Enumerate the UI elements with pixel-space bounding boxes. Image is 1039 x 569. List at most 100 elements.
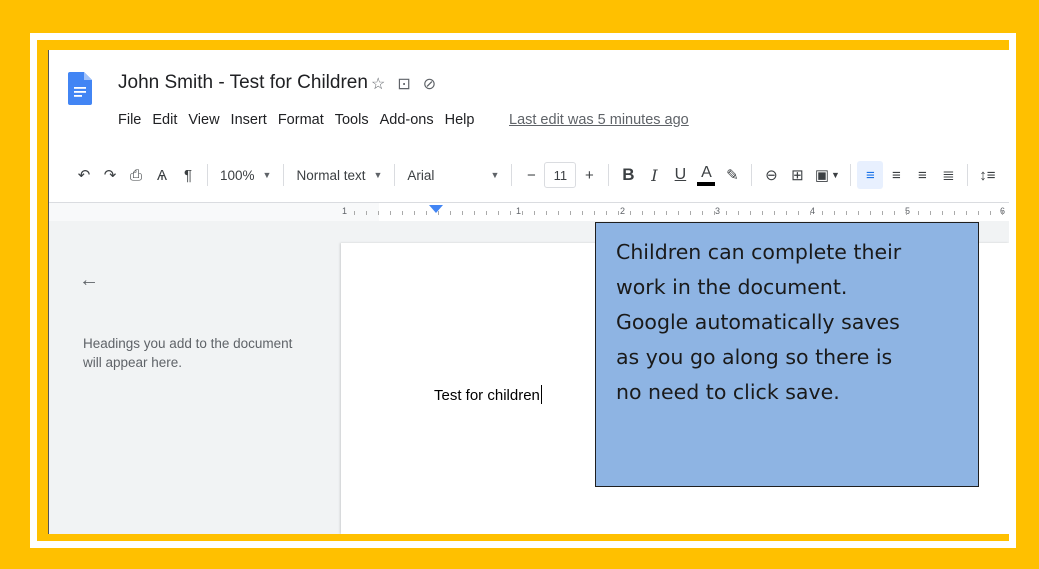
ruler-tick [426,211,427,215]
font-dropdown[interactable]: Arial ▼ [401,161,505,189]
toolbar-divider [608,164,610,186]
ruler-tick [390,211,391,215]
toolbar-divider [207,164,208,186]
zoom-dropdown[interactable]: 100% ▼ [214,161,277,189]
ruler-tick [450,211,451,215]
line-spacing-icon[interactable]: ↕≡ [974,161,1000,189]
toolbar-divider [751,164,753,186]
ruler-tick [546,211,547,215]
back-arrow-icon[interactable]: ← [79,269,99,292]
insert-image-icon[interactable]: ▣ ▼ [810,161,844,189]
comment-icon[interactable]: ⊞ [784,161,810,189]
ruler-tick [918,211,919,215]
ruler-tick [774,211,775,215]
style-dropdown[interactable]: Normal text ▼ [290,161,388,189]
move-to-folder-icon[interactable]: ⊡ [397,74,410,94]
callout-line: Children can complete their [616,240,902,264]
ruler-tick [666,211,667,215]
ruler-tick [1002,211,1003,215]
menu-view[interactable]: View [188,112,219,128]
callout-line: work in the document. [616,275,848,299]
cloud-status-icon[interactable]: ⊘ [423,74,436,94]
ruler-tick [906,211,907,215]
ruler-tick [582,211,583,215]
chevron-down-icon: ▼ [262,170,272,180]
ruler-tick [954,211,955,215]
google-docs-icon[interactable] [68,72,92,105]
menu-tools[interactable]: Tools [335,112,369,128]
style-value: Normal text [296,167,366,183]
ruler-tick [786,211,787,215]
ruler-tick [882,211,883,215]
chevron-down-icon: ▼ [373,170,383,180]
ruler-tick [822,211,823,215]
ruler-tick [726,211,727,215]
bold-button[interactable]: B [615,161,641,189]
chevron-down-icon: ▼ [490,170,500,180]
ruler-tick [558,211,559,215]
ruler-tick [462,211,463,215]
font-size-input[interactable]: 11 [544,162,577,188]
ruler-tick [534,211,535,215]
callout-line: no need to click save. [616,380,840,404]
justify-icon[interactable]: ≣ [935,161,961,189]
align-center-icon[interactable]: ≡ [883,161,909,189]
paint-format-icon[interactable]: ¶ [175,161,201,189]
menu-add-ons[interactable]: Add-ons [380,112,434,128]
ruler-tick [978,211,979,215]
star-icon[interactable]: ☆ [371,74,385,94]
ruler-tick [414,211,415,215]
highlight-icon[interactable]: ✎ [719,161,745,189]
document-title[interactable]: John Smith - Test for Children [118,72,368,94]
ruler-tick [366,211,367,215]
document-outline-panel: ← Headings you add to the document will … [49,221,341,534]
ruler-tick [630,211,631,215]
menu-edit[interactable]: Edit [152,112,177,128]
ruler-tick [654,211,655,215]
redo-icon[interactable]: ↷ [97,161,123,189]
ruler-tick [474,211,475,215]
ruler-tick [942,211,943,215]
toolbar-divider [967,164,969,186]
toolbar-divider [511,164,513,186]
text-cursor [540,385,543,404]
text-color-button[interactable]: A [693,161,719,189]
outline-hint-text: Headings you add to the document will ap… [83,336,293,370]
link-icon[interactable]: ⊖ [758,161,784,189]
ruler-tick [990,211,991,215]
indent-marker[interactable] [429,205,443,213]
ruler-tick [594,211,595,215]
align-right-icon[interactable]: ≡ [909,161,935,189]
font-value: Arial [407,167,435,183]
toolbar-divider [283,164,285,186]
menu-format[interactable]: Format [278,112,324,128]
italic-button[interactable]: I [641,161,667,189]
undo-icon[interactable]: ↶ [71,161,97,189]
toolbar-divider [394,164,396,186]
ruler-number: 1 [516,206,522,216]
ruler-tick [870,211,871,215]
ruler[interactable]: 1 1 2 3 4 5 6 [49,202,1009,222]
document-body-text[interactable]: Test for children [434,385,543,404]
underline-button[interactable]: U [667,161,693,189]
toolbar: ↶ ↷ ⎙ Ѧ ¶ 100% ▼ Normal text ▼ Arial ▼ − 11… [49,150,1009,200]
increase-font-size-button[interactable]: + [576,161,602,189]
decrease-font-size-button[interactable]: − [518,161,544,189]
spellcheck-icon[interactable]: Ѧ [149,161,175,189]
ruler-tick [354,211,355,215]
ruler-tick [714,211,715,215]
menu-insert[interactable]: Insert [231,112,267,128]
ruler-tick [750,211,751,215]
menu-file[interactable]: File [118,112,141,128]
align-left-icon[interactable]: ≡ [857,161,884,189]
print-icon[interactable]: ⎙ [123,161,149,189]
menu-bar: File Edit View Insert Format Tools Add-o… [118,112,474,128]
callout-line: as you go along so there is [616,345,893,369]
ruler-tick [810,211,811,215]
last-edit-link[interactable]: Last edit was 5 minutes ago [509,112,689,128]
ruler-tick [930,211,931,215]
text-color-bar [697,181,716,186]
ruler-tick [894,211,895,215]
ruler-tick [498,211,499,215]
menu-help[interactable]: Help [445,112,475,128]
